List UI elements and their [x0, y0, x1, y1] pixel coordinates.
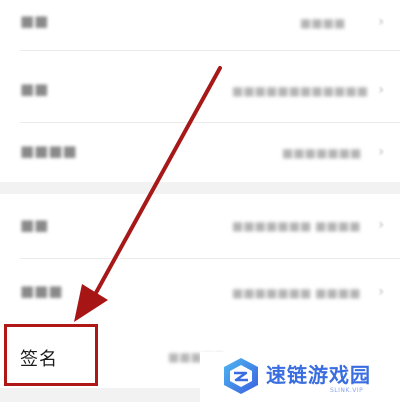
profile-row[interactable]: ■■ ■■■■ ›: [0, 0, 400, 50]
section-gap: [0, 388, 200, 402]
chevron-right-icon: ›: [378, 144, 384, 160]
watermark: 速链游戏园 SLINK.VIP: [200, 352, 400, 402]
chevron-right-icon: ›: [378, 284, 384, 300]
chevron-right-icon: ›: [378, 14, 384, 30]
row-label-blurred: ■■: [20, 216, 49, 234]
profile-row[interactable]: ■■ ■■■■■■■■■■■■ ›: [0, 62, 400, 120]
profile-row[interactable]: ■■ ■■■■■■■ ■■■■ ›: [0, 194, 400, 256]
row-value-blurred: ■■■■: [300, 16, 346, 30]
row-value-blurred: ■■■■■■■: [282, 146, 362, 160]
watermark-logo-icon: [224, 358, 258, 394]
chevron-right-icon: ›: [378, 217, 384, 233]
highlight-box: [4, 324, 98, 386]
profile-row[interactable]: ■■■■ ■■■■■■■ ›: [0, 124, 400, 182]
row-value-blurred: ■■■■■■■■■■■■: [232, 84, 369, 98]
watermark-title: 速链游戏园: [266, 363, 371, 387]
row-label-blurred: ■■■■: [20, 142, 77, 160]
section-gap: [0, 182, 400, 194]
row-value-blurred: ■■■■■■■ ■■■■: [232, 219, 361, 233]
row-label-blurred: ■■: [20, 12, 49, 30]
profile-settings-page: ■■ ■■■■ › ■■ ■■■■■■■■■■■■ › ■■■■ ■■■■■■■…: [0, 0, 400, 402]
row-value-blurred: ■■■■■■■ ■■■■: [232, 286, 361, 300]
row-label-blurred: ■■■: [20, 282, 63, 300]
row-label-blurred: ■■: [20, 80, 49, 98]
divider: [20, 122, 400, 123]
watermark-subtitle: SLINK.VIP: [330, 387, 364, 394]
divider: [20, 258, 400, 259]
divider: [20, 50, 400, 51]
chevron-right-icon: ›: [378, 82, 384, 98]
profile-row[interactable]: ■■■ ■■■■■■■ ■■■■ ›: [0, 260, 400, 324]
